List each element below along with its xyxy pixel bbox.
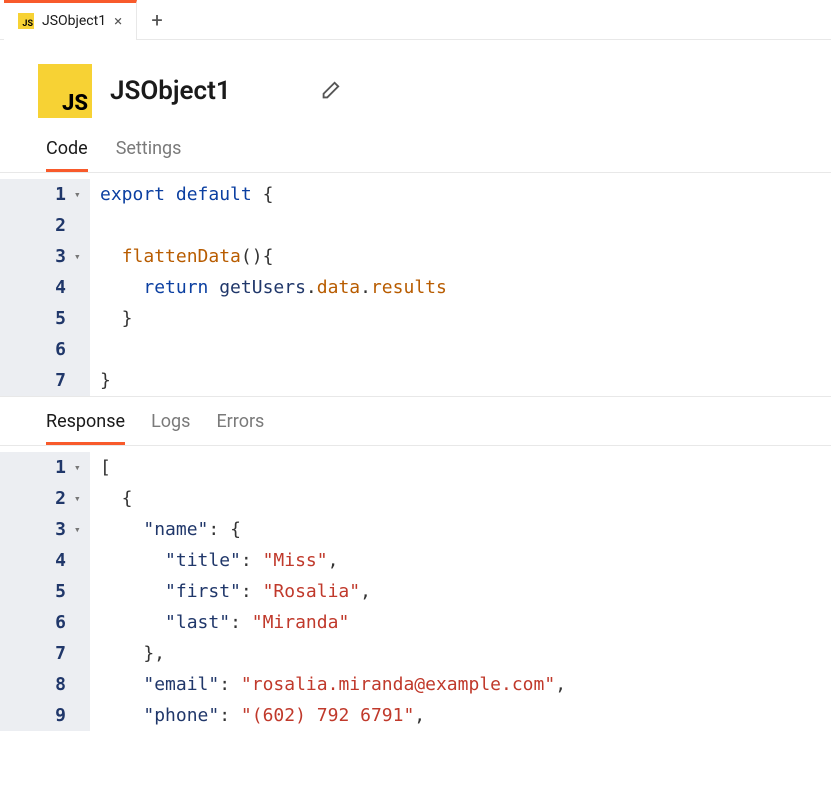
json-row: 8 "email": "rosalia.miranda@example.com"… bbox=[0, 669, 831, 700]
fold-icon[interactable]: ▾ bbox=[72, 483, 90, 514]
fold-icon bbox=[72, 576, 90, 607]
json-row: 4 "title": "Miss", bbox=[0, 545, 831, 576]
fold-icon bbox=[72, 700, 90, 731]
fold-icon[interactable]: ▾ bbox=[72, 179, 90, 210]
fold-icon bbox=[72, 334, 90, 365]
code-line[interactable]: "first": "Rosalia", bbox=[90, 576, 371, 607]
tab-logs[interactable]: Logs bbox=[151, 411, 190, 445]
line-number: 4 bbox=[0, 272, 72, 303]
fold-icon bbox=[72, 365, 90, 396]
line-number: 9 bbox=[0, 700, 72, 731]
code-line[interactable]: }, bbox=[90, 638, 165, 669]
code-row: 1▾export default { bbox=[0, 179, 831, 210]
line-number: 6 bbox=[0, 607, 72, 638]
tab-settings[interactable]: Settings bbox=[116, 138, 182, 172]
json-row: 9 "phone": "(602) 792 6791", bbox=[0, 700, 831, 731]
line-number: 5 bbox=[0, 576, 72, 607]
code-row: 5 } bbox=[0, 303, 831, 334]
fold-icon bbox=[72, 607, 90, 638]
tab-errors[interactable]: Errors bbox=[216, 411, 264, 445]
code-line[interactable] bbox=[90, 334, 100, 365]
response-viewer[interactable]: 1▾[2▾ {3▾ "name": {4 "title": "Miss",5 "… bbox=[0, 446, 831, 731]
fold-icon[interactable]: ▾ bbox=[72, 241, 90, 272]
code-row: 2 bbox=[0, 210, 831, 241]
object-title: JSObject1 bbox=[110, 76, 231, 106]
output-subtabs: Response Logs Errors bbox=[0, 396, 831, 446]
code-line[interactable]: { bbox=[90, 483, 133, 514]
json-row: 2▾ { bbox=[0, 483, 831, 514]
line-number: 2 bbox=[0, 483, 72, 514]
line-number: 5 bbox=[0, 303, 72, 334]
code-line[interactable]: "phone": "(602) 792 6791", bbox=[90, 700, 425, 731]
json-row: 7 }, bbox=[0, 638, 831, 669]
fold-icon bbox=[72, 272, 90, 303]
code-line[interactable]: flattenData(){ bbox=[90, 241, 273, 272]
line-number: 8 bbox=[0, 669, 72, 700]
code-line[interactable]: } bbox=[90, 303, 133, 334]
code-row: 6 bbox=[0, 334, 831, 365]
fold-icon bbox=[72, 303, 90, 334]
fold-icon bbox=[72, 545, 90, 576]
fold-icon[interactable]: ▾ bbox=[72, 514, 90, 545]
add-tab-button[interactable]: + bbox=[137, 0, 177, 40]
code-line[interactable]: } bbox=[90, 365, 111, 396]
code-line[interactable]: "email": "rosalia.miranda@example.com", bbox=[90, 669, 566, 700]
editor-subtabs: Code Settings bbox=[0, 130, 831, 173]
line-number: 7 bbox=[0, 365, 72, 396]
code-row: 7} bbox=[0, 365, 831, 396]
code-line[interactable]: [ bbox=[90, 452, 111, 483]
close-icon[interactable]: × bbox=[114, 12, 122, 30]
file-tab-strip: JS JSObject1 × + bbox=[0, 0, 831, 40]
code-line[interactable]: return getUsers.data.results bbox=[90, 272, 447, 303]
json-row: 1▾[ bbox=[0, 452, 831, 483]
json-row: 6 "last": "Miranda" bbox=[0, 607, 831, 638]
line-number: 6 bbox=[0, 334, 72, 365]
fold-icon[interactable]: ▾ bbox=[72, 452, 90, 483]
line-number: 1 bbox=[0, 179, 72, 210]
object-header: JS JSObject1 bbox=[0, 40, 831, 130]
edit-icon[interactable] bbox=[319, 80, 341, 102]
line-number: 3 bbox=[0, 514, 72, 545]
js-icon: JS bbox=[18, 13, 34, 29]
json-row: 5 "first": "Rosalia", bbox=[0, 576, 831, 607]
line-number: 2 bbox=[0, 210, 72, 241]
js-icon: JS bbox=[38, 64, 92, 118]
tab-response[interactable]: Response bbox=[46, 411, 125, 445]
code-row: 3▾ flattenData(){ bbox=[0, 241, 831, 272]
code-editor[interactable]: 1▾export default {23▾ flattenData(){4 re… bbox=[0, 173, 831, 396]
line-number: 1 bbox=[0, 452, 72, 483]
code-row: 4 return getUsers.data.results bbox=[0, 272, 831, 303]
line-number: 7 bbox=[0, 638, 72, 669]
line-number: 4 bbox=[0, 545, 72, 576]
fold-icon bbox=[72, 638, 90, 669]
file-tab-label: JSObject1 bbox=[42, 13, 106, 29]
code-line[interactable]: "title": "Miss", bbox=[90, 545, 338, 576]
code-line[interactable]: "last": "Miranda" bbox=[90, 607, 349, 638]
tab-code[interactable]: Code bbox=[46, 138, 88, 172]
line-number: 3 bbox=[0, 241, 72, 272]
code-line[interactable] bbox=[90, 210, 100, 241]
fold-icon bbox=[72, 210, 90, 241]
file-tab[interactable]: JS JSObject1 × bbox=[4, 0, 137, 40]
code-line[interactable]: "name": { bbox=[90, 514, 241, 545]
fold-icon bbox=[72, 669, 90, 700]
json-row: 3▾ "name": { bbox=[0, 514, 831, 545]
code-line[interactable]: export default { bbox=[90, 179, 273, 210]
